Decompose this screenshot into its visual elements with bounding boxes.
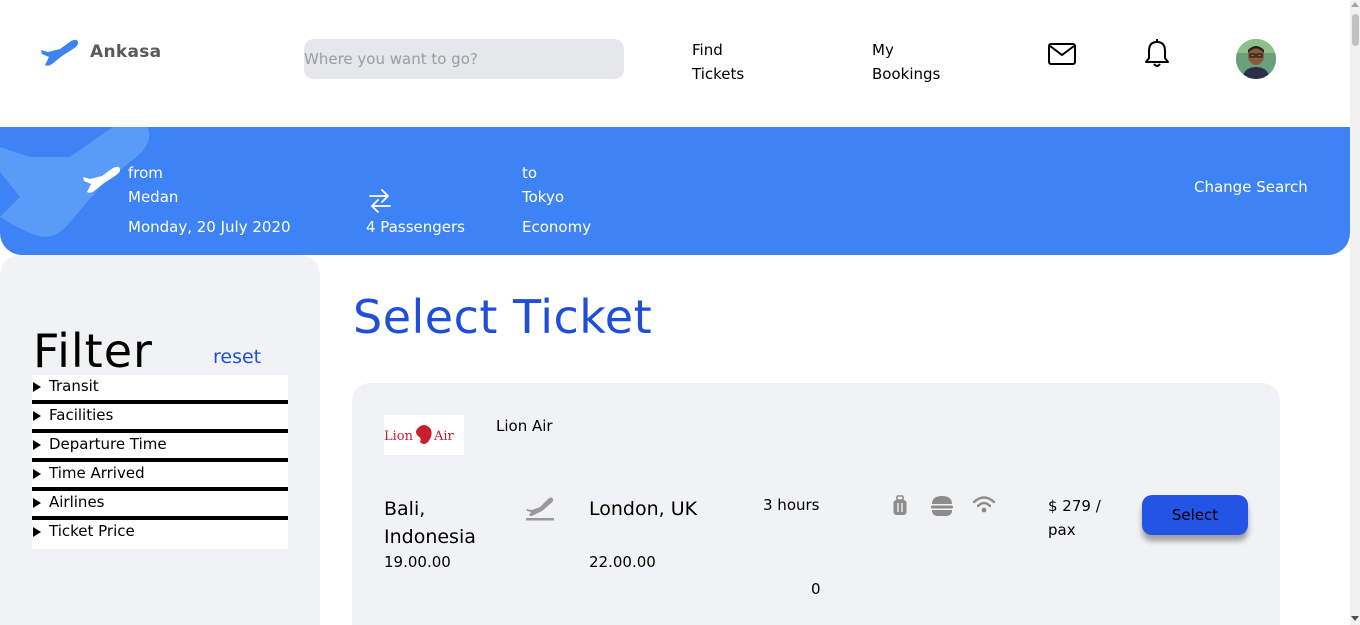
takeoff-icon bbox=[526, 497, 554, 521]
search-input[interactable] bbox=[304, 39, 624, 79]
plane-icon bbox=[83, 166, 121, 193]
change-search-link[interactable]: Change Search bbox=[1194, 178, 1308, 196]
filter-title: Filter bbox=[33, 324, 153, 378]
nav-my-bookings[interactable]: My Bookings bbox=[872, 38, 962, 86]
avatar[interactable] bbox=[1236, 39, 1276, 79]
passengers: 4 Passengers bbox=[366, 218, 465, 236]
filter-list: Transit Facilities Departure Time Time A… bbox=[32, 375, 288, 549]
brand-logo[interactable] bbox=[38, 38, 80, 68]
lion-air-logo: Lion Air bbox=[384, 425, 455, 444]
scroll-down-arrow-icon[interactable] bbox=[1351, 616, 1359, 621]
filter-facilities[interactable]: Facilities bbox=[32, 404, 288, 433]
departure-time: 19.00.00 bbox=[384, 553, 451, 571]
svg-text:Air: Air bbox=[433, 429, 455, 444]
select-button[interactable]: Select bbox=[1142, 495, 1248, 535]
reset-filter-link[interactable]: reset bbox=[213, 346, 261, 368]
bell-icon[interactable] bbox=[1143, 39, 1171, 73]
ticket-price: $ 279 / pax bbox=[1048, 497, 1101, 539]
mail-icon[interactable] bbox=[1047, 42, 1077, 70]
to-city: Tokyo bbox=[522, 188, 564, 206]
filter-ticket-price[interactable]: Ticket Price bbox=[32, 520, 288, 549]
filter-time-arrived[interactable]: Time Arrived bbox=[32, 462, 288, 491]
meal-icon bbox=[931, 496, 953, 516]
transit-count: 0 bbox=[811, 580, 821, 598]
filter-transit[interactable]: Transit bbox=[32, 375, 288, 404]
search-summary-banner: from Medan Monday, 20 July 2020 4 Passen… bbox=[0, 127, 1350, 255]
from-city: Medan bbox=[128, 188, 179, 206]
page-scrollbar[interactable] bbox=[1350, 0, 1360, 625]
scrollbar-thumb[interactable] bbox=[1352, 14, 1359, 46]
swap-icon[interactable] bbox=[368, 188, 392, 214]
wifi-icon bbox=[972, 496, 996, 513]
arrival-time: 22.00.00 bbox=[589, 553, 656, 571]
departure-date: Monday, 20 July 2020 bbox=[128, 218, 291, 236]
nav-find-tickets[interactable]: Find Tickets bbox=[692, 38, 772, 86]
airline-logo: Lion Air bbox=[384, 415, 464, 455]
brand-name[interactable]: Ankasa bbox=[90, 42, 161, 62]
plane-logo-icon bbox=[41, 39, 79, 66]
filter-panel: Filter reset Transit Facilities Departur… bbox=[0, 255, 320, 625]
page-title: Select Ticket bbox=[353, 290, 653, 344]
flight-duration: 3 hours bbox=[763, 496, 820, 514]
filter-departure-time[interactable]: Departure Time bbox=[32, 433, 288, 462]
airline-name: Lion Air bbox=[496, 417, 553, 435]
to-label: to bbox=[522, 164, 538, 182]
top-navbar: Ankasa Find Tickets My Bookings bbox=[0, 0, 1350, 127]
svg-text:Lion: Lion bbox=[384, 429, 414, 444]
ticket-card: Lion Air Lion Air Bali, Indonesia 19.00.… bbox=[352, 383, 1280, 625]
scroll-up-arrow-icon[interactable] bbox=[1351, 2, 1359, 7]
from-label: from bbox=[128, 164, 163, 182]
destination-city: London, UK bbox=[589, 498, 698, 520]
origin-city: Bali, Indonesia bbox=[384, 498, 476, 548]
luggage-icon bbox=[893, 495, 907, 515]
seat-class: Economy bbox=[522, 218, 592, 236]
filter-airlines[interactable]: Airlines bbox=[32, 491, 288, 520]
